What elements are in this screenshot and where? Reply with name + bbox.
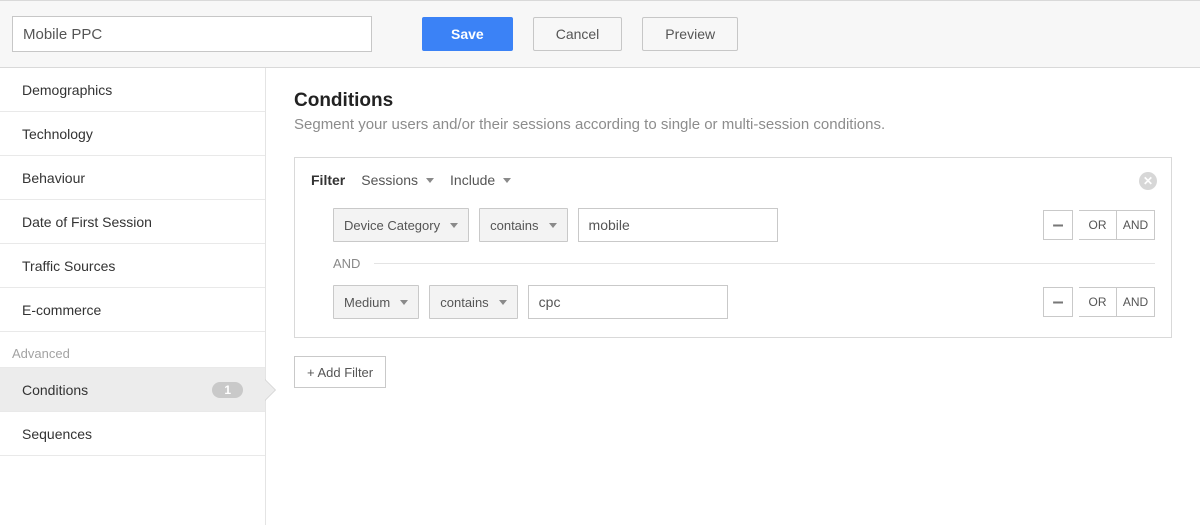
caret-down-icon [503,178,511,183]
sidebar-item-behaviour[interactable]: Behaviour [0,156,265,200]
caret-down-icon [549,223,557,228]
page-title: Conditions [294,90,1172,112]
and-button[interactable]: AND [1117,287,1155,317]
dimension-value: Medium [344,295,390,310]
top-bar: Save Cancel Preview [0,0,1200,68]
sidebar-item-label: Technology [22,126,93,142]
preview-button[interactable]: Preview [642,17,738,51]
dimension-dropdown[interactable]: Medium [333,285,419,319]
page-subtitle: Segment your users and/or their sessions… [294,116,1172,133]
sidebar-group-advanced: Advanced [0,332,265,368]
sidebar-item-traffic-sources[interactable]: Traffic Sources [0,244,265,288]
dimension-value: Device Category [344,218,440,233]
scope-value: Sessions [361,172,418,188]
or-button[interactable]: OR [1079,210,1117,240]
selected-arrow-icon [265,379,276,401]
sidebar-item-ecommerce[interactable]: E-commerce [0,288,265,332]
include-dropdown[interactable]: Include [450,172,511,188]
sidebar-item-technology[interactable]: Technology [0,112,265,156]
sidebar-item-date-of-first-session[interactable]: Date of First Session [0,200,265,244]
main-content: Conditions Segment your users and/or the… [266,68,1200,525]
condition-row: Device Category contains – OR AND [333,208,1155,242]
and-button[interactable]: AND [1117,210,1155,240]
caret-down-icon [400,300,408,305]
sidebar-group-label: Advanced [12,346,70,361]
or-button[interactable]: OR [1079,287,1117,317]
operator-value: contains [440,295,488,310]
sidebar-item-label: Sequences [22,426,92,442]
condition-value-input[interactable] [578,208,778,242]
segment-name-input[interactable] [12,16,372,52]
divider-line [374,263,1155,264]
sidebar-item-demographics[interactable]: Demographics [0,68,265,112]
close-icon[interactable]: ✕ [1139,172,1157,190]
condition-row: Medium contains – OR AND [333,285,1155,319]
add-filter-button[interactable]: + Add Filter [294,356,386,388]
and-divider: AND [333,256,1155,271]
remove-condition-button[interactable]: – [1043,210,1073,240]
sidebar: Demographics Technology Behaviour Date o… [0,68,266,525]
filter-card: ✕ Filter Sessions Include Device Categor… [294,157,1172,338]
save-button[interactable]: Save [422,17,513,51]
sidebar-item-label: Traffic Sources [22,258,115,274]
dimension-dropdown[interactable]: Device Category [333,208,469,242]
sidebar-item-label: E-commerce [22,302,101,318]
and-label: AND [333,256,360,271]
filter-header: Filter Sessions Include [311,172,1155,188]
sidebar-item-label: Conditions [22,382,88,398]
operator-dropdown[interactable]: contains [479,208,567,242]
operator-value: contains [490,218,538,233]
sidebar-item-label: Date of First Session [22,214,152,230]
scope-dropdown[interactable]: Sessions [361,172,434,188]
sidebar-item-label: Demographics [22,82,112,98]
sidebar-item-label: Behaviour [22,170,85,186]
sidebar-item-sequences[interactable]: Sequences [0,412,265,456]
filter-label: Filter [311,172,345,188]
caret-down-icon [426,178,434,183]
sidebar-item-conditions[interactable]: Conditions 1 [0,368,265,412]
operator-dropdown[interactable]: contains [429,285,517,319]
condition-value-input[interactable] [528,285,728,319]
caret-down-icon [450,223,458,228]
conditions-count-badge: 1 [212,382,243,398]
caret-down-icon [499,300,507,305]
cancel-button[interactable]: Cancel [533,17,623,51]
include-value: Include [450,172,495,188]
remove-condition-button[interactable]: – [1043,287,1073,317]
